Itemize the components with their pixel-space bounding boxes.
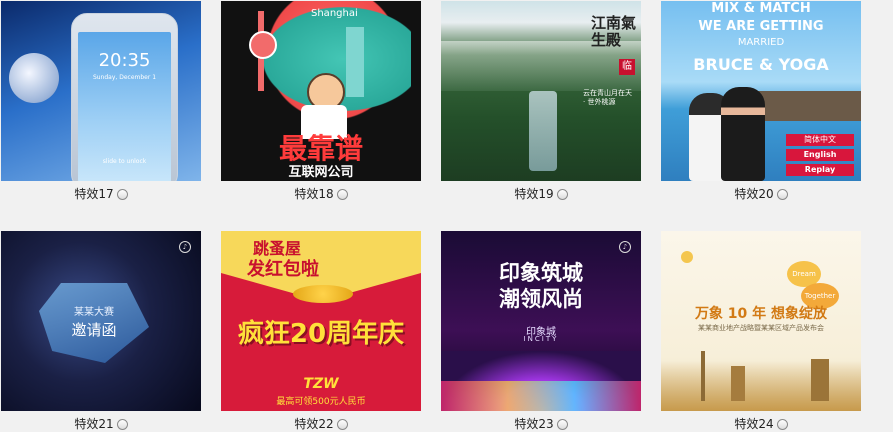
getting-text: WE ARE GETTING	[698, 19, 824, 34]
invitation-text: 邀请函	[71, 321, 117, 339]
headline-line2: 潮领风尚	[499, 287, 583, 311]
clock-text: 20:35	[98, 50, 151, 71]
building-silhouette	[731, 366, 745, 401]
music-icon[interactable]: ♪	[619, 241, 631, 253]
template-item-19[interactable]: 江南氣生殿 临 云在青山月在天 · 世外桃源 特效19	[441, 1, 641, 201]
caption-label-22: 特效22	[294, 416, 334, 431]
caption-24: 特效24	[661, 414, 861, 432]
groom-image	[721, 87, 765, 181]
tower-ball	[249, 31, 277, 59]
thumbnail-20[interactable]: MIX & MATCH WE ARE GETTING MARRIED BRUCE…	[661, 1, 861, 181]
caption-label-20: 特效20	[734, 186, 774, 201]
caption-label-17: 特效17	[74, 186, 114, 201]
template-item-23[interactable]: ♪ 印象筑城 潮领风尚 印象城 INCITY 特效23	[441, 231, 641, 431]
chinese-button[interactable]: 简体中文	[786, 134, 854, 146]
skyscraper-image	[346, 27, 364, 97]
thumbnail-19[interactable]: 江南氣生殿 临 云在青山月在天 · 世外桃源	[441, 1, 641, 181]
caption-18: 特效18	[221, 184, 421, 202]
music-icon[interactable]: ♪	[179, 241, 191, 253]
caption-label-24: 特效24	[734, 416, 774, 431]
english-button[interactable]: English	[786, 149, 854, 161]
headline-text: 万象 10 年 想象绽放	[694, 306, 828, 322]
city-label: Shanghai	[311, 8, 358, 19]
pier-image	[756, 91, 861, 121]
thumbnail-22[interactable]: 跳蚤屋 发红包啦 疯狂20周年庆 TZW 最高可领500元人民币	[221, 231, 421, 411]
contest-text: 某某大赛	[74, 307, 114, 318]
subline-text: 互联网公司	[288, 165, 354, 180]
anniversary-text: 疯狂20周年庆	[237, 319, 405, 349]
template-item-17[interactable]: 20:35 Sunday, December 1 slide to unlock…	[1, 1, 201, 201]
unlock-text: slide to unlock	[102, 158, 147, 165]
select-radio-20[interactable]	[776, 189, 788, 200]
template-grid: 20:35 Sunday, December 1 slide to unlock…	[0, 0, 893, 431]
select-radio-17[interactable]	[116, 189, 128, 200]
mix-match-text: MIX & MATCH	[711, 1, 811, 16]
template-item-21[interactable]: ♪ 某某大赛 邀请函 特效21	[1, 231, 201, 431]
light-streak	[441, 381, 641, 411]
city-skyline	[661, 361, 861, 411]
template-item-20[interactable]: MIX & MATCH WE ARE GETTING MARRIED BRUCE…	[661, 1, 861, 201]
married-text: MARRIED	[737, 37, 785, 48]
template-item-22[interactable]: 跳蚤屋 发红包啦 疯狂20周年庆 TZW 最高可领500元人民币 特效22	[221, 231, 421, 431]
dot-decoration	[681, 251, 693, 263]
prize-text: 最高可领500元人民币	[276, 397, 366, 407]
red-seal: 临	[619, 59, 635, 75]
select-radio-19[interactable]	[556, 189, 568, 200]
phone-image: 20:35 Sunday, December 1 slide to unlock	[71, 13, 178, 181]
coins-image	[293, 285, 353, 303]
select-radio-24[interactable]	[776, 419, 788, 430]
caption-label-18: 特效18	[294, 186, 334, 201]
phone-screen: 20:35 Sunday, December 1 slide to unlock	[78, 32, 171, 181]
thumbnail-18[interactable]: Shanghai 最靠谱 互联网公司	[221, 1, 421, 181]
caption-17: 特效17	[1, 184, 201, 202]
replay-button[interactable]: Replay	[786, 164, 854, 176]
caption-19: 特效19	[441, 184, 641, 202]
select-radio-22[interactable]	[336, 419, 348, 430]
calligraphy-title: 江南氣生殿	[591, 14, 637, 49]
caption-23: 特效23	[441, 414, 641, 432]
date-text: Sunday, December 1	[92, 74, 157, 81]
redpacket-text: 发红包啦	[247, 259, 319, 280]
template-item-18[interactable]: Shanghai 最靠谱 互联网公司 特效18	[221, 1, 421, 201]
poem-text: 云在青山月在天 · 世外桃源	[583, 89, 632, 106]
caption-20: 特效20	[661, 184, 861, 202]
caption-label-19: 特效19	[514, 186, 554, 201]
thumbnail-24[interactable]: Dream Together 万象 10 年 想象绽放 某某商业地产战略暨某某区…	[661, 231, 861, 411]
waterfall-image	[529, 91, 557, 171]
thumbnail-23[interactable]: ♪ 印象筑城 潮领风尚 印象城 INCITY	[441, 231, 641, 411]
select-radio-23[interactable]	[556, 419, 568, 430]
thumbnail-17[interactable]: 20:35 Sunday, December 1 slide to unlock	[1, 1, 201, 181]
thumbnail-21[interactable]: ♪ 某某大赛 邀请函	[1, 231, 201, 411]
select-radio-18[interactable]	[336, 189, 348, 200]
names-text: BRUCE & YOGA	[693, 55, 829, 74]
template-item-24[interactable]: Dream Together 万象 10 年 想象绽放 某某商业地产战略暨某某区…	[661, 231, 861, 431]
tower-silhouette	[701, 351, 705, 401]
select-radio-21[interactable]	[116, 419, 128, 430]
logo-text: TZW	[303, 376, 339, 392]
caption-label-21: 特效21	[74, 416, 114, 431]
building-silhouette-2	[811, 359, 829, 401]
caption-label-23: 特效23	[514, 416, 554, 431]
subtitle-text: 某某商业地产战略暨某某区域产品发布会	[698, 324, 824, 332]
moon-image	[9, 53, 59, 103]
caption-21: 特效21	[1, 414, 201, 432]
caption-22: 特效22	[221, 414, 421, 432]
brand-en-text: INCITY	[523, 335, 559, 343]
